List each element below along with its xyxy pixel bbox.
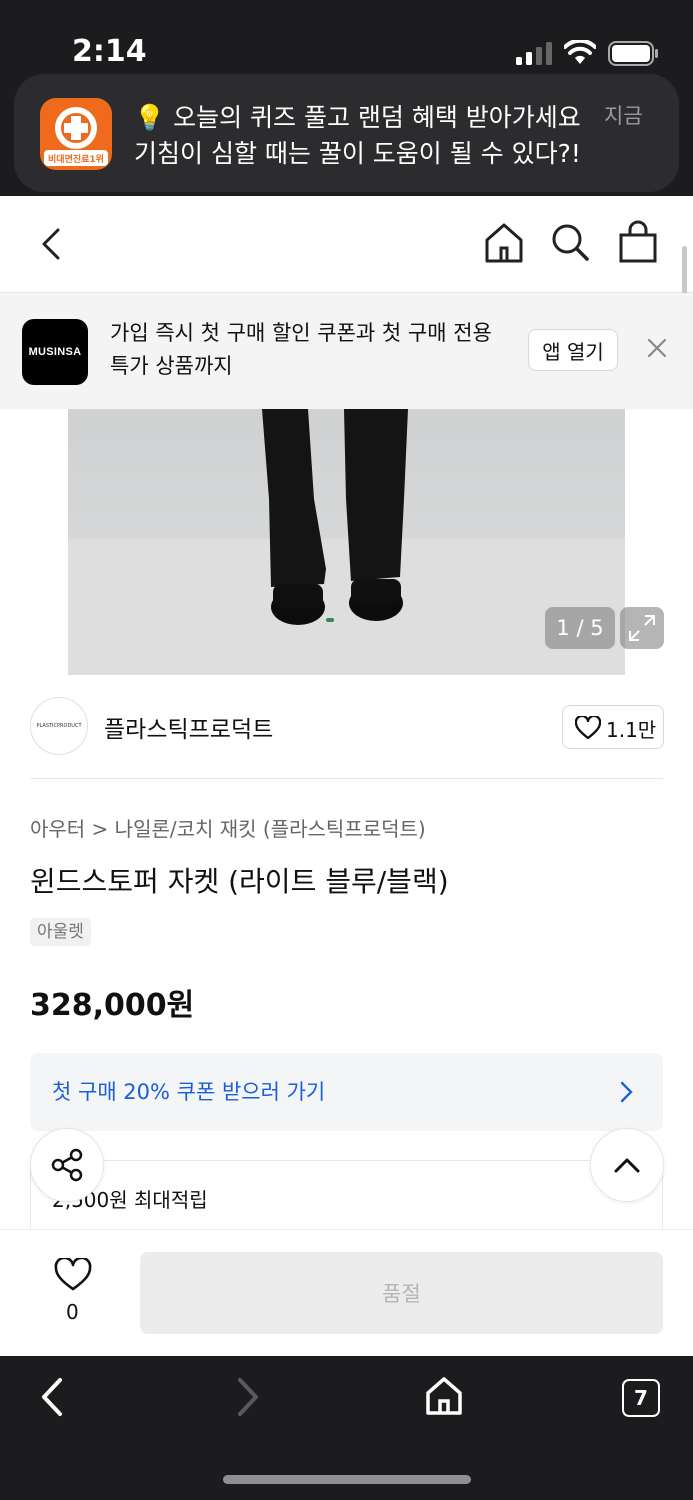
wishlist-heart-icon[interactable] xyxy=(54,1258,92,1292)
wishlist-count: 0 xyxy=(66,1300,79,1324)
scroll-to-top-button[interactable] xyxy=(590,1128,664,1202)
page-header xyxy=(0,196,693,293)
close-icon[interactable] xyxy=(640,331,674,365)
browser-home-icon[interactable] xyxy=(425,1376,463,1416)
back-arrow-icon[interactable] xyxy=(38,226,68,262)
app-banner-text: 가입 즉시 첫 구매 할인 쿠폰과 첫 구매 전용 특가 상품까지 xyxy=(110,321,492,378)
chevron-right-icon xyxy=(620,1081,633,1103)
home-icon[interactable] xyxy=(484,222,524,264)
share-icon xyxy=(51,1148,83,1182)
musinsa-logo: MUSINSA xyxy=(22,319,88,385)
browser-back-icon[interactable] xyxy=(38,1376,68,1418)
shopping-bag-icon[interactable] xyxy=(618,220,658,264)
home-indicator xyxy=(223,1475,471,1484)
battery-icon xyxy=(608,41,658,66)
notification-app-label: 비대면진료1위 xyxy=(48,155,104,165)
heart-icon xyxy=(575,716,601,740)
app-install-banner: MUSINSA 가입 즉시 첫 구매 할인 쿠폰과 첫 구매 전용 특가 상품까… xyxy=(0,293,693,409)
notification-app-icon: 비대면진료1위 xyxy=(40,98,112,170)
image-counter: 1 / 5 xyxy=(545,607,615,649)
cellular-signal-icon xyxy=(516,42,552,65)
chevron-up-icon xyxy=(614,1158,640,1173)
open-app-button[interactable]: 앱 열기 xyxy=(528,329,618,371)
brand-logo[interactable]: PLASTICPRODUCT xyxy=(30,697,88,755)
product-title: 윈드스토퍼 자켓 (라이트 블루/블랙) xyxy=(30,865,449,898)
notification-body: 기침이 심할 때는 꿀이 도움이 될 수 있다?! xyxy=(134,139,581,168)
browser-forward-icon[interactable] xyxy=(232,1376,262,1418)
status-time: 2:14 xyxy=(72,34,147,69)
search-icon[interactable] xyxy=(550,222,590,264)
brand-like-count: 1.1만 xyxy=(606,718,657,742)
browser-tabs-button[interactable]: 7 xyxy=(622,1379,660,1417)
soldout-button: 품절 xyxy=(140,1252,663,1334)
brand-name[interactable]: 플라스틱프로덕트 xyxy=(104,710,273,744)
coupon-link-text[interactable]: 첫 구매 20% 쿠폰 받으러 가기 xyxy=(52,1076,325,1106)
notification-time: 지금 xyxy=(604,104,643,128)
product-price: 328,000원 xyxy=(30,988,195,1023)
expand-icon xyxy=(629,615,655,641)
wifi-icon xyxy=(564,40,596,64)
product-photo xyxy=(68,409,625,675)
product-image[interactable] xyxy=(68,409,625,675)
outlet-badge: 아울렛 xyxy=(30,918,91,946)
notification-title: 💡 오늘의 퀴즈 풀고 랜덤 혜택 받아가세요 xyxy=(134,103,581,132)
notification-banner[interactable]: 비대면진료1위 💡 오늘의 퀴즈 풀고 랜덤 혜택 받아가세요 기침이 심할 때… xyxy=(14,74,679,192)
category-breadcrumb[interactable]: 아우터 > 나일론/코치 재킷 (플라스틱프로덕트) xyxy=(30,813,426,842)
share-button[interactable] xyxy=(30,1128,104,1202)
expand-image-button[interactable] xyxy=(620,607,664,649)
divider xyxy=(30,778,663,779)
